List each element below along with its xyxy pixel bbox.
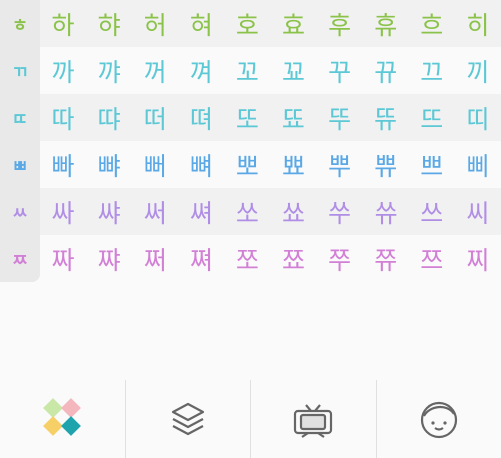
tab-home[interactable] bbox=[0, 380, 125, 458]
row-consonant-header[interactable]: ㅎ bbox=[0, 0, 40, 47]
syllable-cell[interactable]: 쎠 bbox=[178, 188, 224, 235]
row-consonant-header[interactable]: ㄸ bbox=[0, 94, 40, 141]
syllable-cell[interactable]: 빠 bbox=[40, 141, 86, 188]
syllable-cell[interactable]: 혀 bbox=[178, 0, 224, 47]
syllable-cell[interactable]: 후 bbox=[317, 0, 363, 47]
syllable-cell[interactable]: 쁘 bbox=[409, 141, 455, 188]
syllable-cell[interactable]: 꺼 bbox=[132, 47, 178, 94]
syllable-cell[interactable]: 싸 bbox=[40, 188, 86, 235]
tab-tv[interactable] bbox=[250, 380, 376, 458]
table-row: ㄸ따땨떠뗘또뚀뚜뜌뜨띠 bbox=[0, 94, 501, 141]
syllable-cell[interactable]: 햐 bbox=[86, 0, 132, 47]
syllable-cell[interactable]: 꾜 bbox=[270, 47, 316, 94]
table-row: ㅉ짜쨔쩌쪄쪼쬬쭈쮸쯔찌 bbox=[0, 235, 501, 282]
syllable-cell[interactable]: 껴 bbox=[178, 47, 224, 94]
layers-icon bbox=[168, 399, 208, 439]
syllable-cell[interactable]: 휴 bbox=[363, 0, 409, 47]
row-consonant-header[interactable]: ㅆ bbox=[0, 188, 40, 235]
syllable-cell[interactable]: 끄 bbox=[409, 47, 455, 94]
syllable-cell[interactable]: 쑤 bbox=[317, 188, 363, 235]
syllable-cell[interactable]: 효 bbox=[270, 0, 316, 47]
syllable-cell[interactable]: 쭈 bbox=[317, 235, 363, 282]
syllable-cell[interactable]: 뚀 bbox=[270, 94, 316, 141]
syllable-cell[interactable]: 꾸 bbox=[317, 47, 363, 94]
syllable-cell[interactable]: 까 bbox=[40, 47, 86, 94]
syllable-cell[interactable]: 흐 bbox=[409, 0, 455, 47]
syllable-cell[interactable]: 쑈 bbox=[270, 188, 316, 235]
syllable-cell[interactable]: 끼 bbox=[455, 47, 501, 94]
syllable-cell[interactable]: 짜 bbox=[40, 235, 86, 282]
syllable-cell[interactable]: 꺄 bbox=[86, 47, 132, 94]
syllable-cell[interactable]: 뜨 bbox=[409, 94, 455, 141]
syllable-cell[interactable]: 뜌 bbox=[363, 94, 409, 141]
diamond-grid-icon bbox=[40, 397, 84, 441]
syllable-cell[interactable]: 써 bbox=[132, 188, 178, 235]
syllable-cell[interactable]: 쯔 bbox=[409, 235, 455, 282]
syllable-cell[interactable]: 뽀 bbox=[224, 141, 270, 188]
syllable-cell[interactable]: 뻐 bbox=[132, 141, 178, 188]
bottom-tab-bar bbox=[0, 380, 501, 458]
syllable-cell[interactable]: 뾰 bbox=[270, 141, 316, 188]
syllable-cell[interactable]: 뺘 bbox=[86, 141, 132, 188]
tv-icon bbox=[290, 397, 336, 441]
syllable-cell[interactable]: 삐 bbox=[455, 141, 501, 188]
syllable-cell[interactable]: 호 bbox=[224, 0, 270, 47]
row-consonant-header[interactable]: ㄲ bbox=[0, 47, 40, 94]
syllable-cell[interactable]: 뿌 bbox=[317, 141, 363, 188]
syllable-cell[interactable]: 쪄 bbox=[178, 235, 224, 282]
syllable-table: ㅎ하햐허혀호효후휴흐히ㄲ까꺄꺼껴꼬꾜꾸뀨끄끼ㄸ따땨떠뗘또뚀뚜뜌뜨띠ㅃ빠뺘뻐뼈뽀뾰… bbox=[0, 0, 501, 282]
row-consonant-header[interactable]: ㅉ bbox=[0, 235, 40, 282]
syllable-cell[interactable]: 따 bbox=[40, 94, 86, 141]
syllable-cell[interactable]: 쓔 bbox=[363, 188, 409, 235]
syllable-cell[interactable]: 땨 bbox=[86, 94, 132, 141]
syllable-cell[interactable]: 뼈 bbox=[178, 141, 224, 188]
face-icon bbox=[417, 397, 461, 441]
syllable-cell[interactable]: 쀼 bbox=[363, 141, 409, 188]
syllable-cell[interactable]: 쌰 bbox=[86, 188, 132, 235]
syllable-cell[interactable]: 떠 bbox=[132, 94, 178, 141]
syllable-cell[interactable]: 허 bbox=[132, 0, 178, 47]
syllable-cell[interactable]: 꼬 bbox=[224, 47, 270, 94]
tab-layers[interactable] bbox=[124, 380, 251, 458]
syllable-cell[interactable]: 쏘 bbox=[224, 188, 270, 235]
table-row: ㅃ빠뺘뻐뼈뽀뾰뿌쀼쁘삐 bbox=[0, 141, 501, 188]
syllable-cell[interactable]: 쮸 bbox=[363, 235, 409, 282]
table-row: ㅆ싸쌰써쎠쏘쑈쑤쓔쓰씨 bbox=[0, 188, 501, 235]
syllable-cell[interactable]: 쪼 bbox=[224, 235, 270, 282]
syllable-cell[interactable]: 씨 bbox=[455, 188, 501, 235]
tab-profile[interactable] bbox=[375, 380, 501, 458]
syllable-cell[interactable]: 히 bbox=[455, 0, 501, 47]
row-consonant-header[interactable]: ㅃ bbox=[0, 141, 40, 188]
syllable-cell[interactable]: 뗘 bbox=[178, 94, 224, 141]
table-row: ㅎ하햐허혀호효후휴흐히 bbox=[0, 0, 501, 47]
table-row: ㄲ까꺄꺼껴꼬꾜꾸뀨끄끼 bbox=[0, 47, 501, 94]
syllable-cell[interactable]: 뚜 bbox=[317, 94, 363, 141]
syllable-cell[interactable]: 쩌 bbox=[132, 235, 178, 282]
syllable-cell[interactable]: 쨔 bbox=[86, 235, 132, 282]
syllable-cell[interactable]: 띠 bbox=[455, 94, 501, 141]
syllable-cell[interactable]: 쓰 bbox=[409, 188, 455, 235]
syllable-cell[interactable]: 또 bbox=[224, 94, 270, 141]
syllable-cell[interactable]: 하 bbox=[40, 0, 86, 47]
syllable-cell[interactable]: 뀨 bbox=[363, 47, 409, 94]
syllable-cell[interactable]: 찌 bbox=[455, 235, 501, 282]
syllable-cell[interactable]: 쬬 bbox=[270, 235, 316, 282]
